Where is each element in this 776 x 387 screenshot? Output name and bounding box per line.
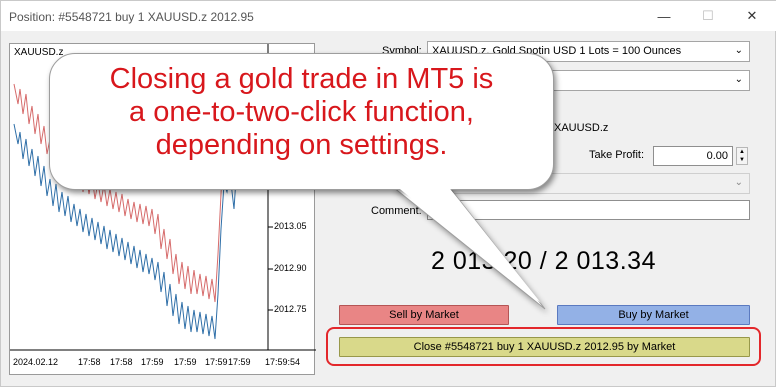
callout-line: depending on settings. xyxy=(155,129,448,161)
callout-tail-fill xyxy=(395,185,541,303)
position-dialog: Position: #5548721 buy 1 XAUUSD.z 2012.9… xyxy=(0,0,776,387)
callout-line: Closing a gold trade in MT5 is xyxy=(109,63,494,95)
callout-line: a one-to-two-click function, xyxy=(129,96,474,128)
callout-text: Closing a gold trade in MT5 is a one-to-… xyxy=(49,63,554,162)
